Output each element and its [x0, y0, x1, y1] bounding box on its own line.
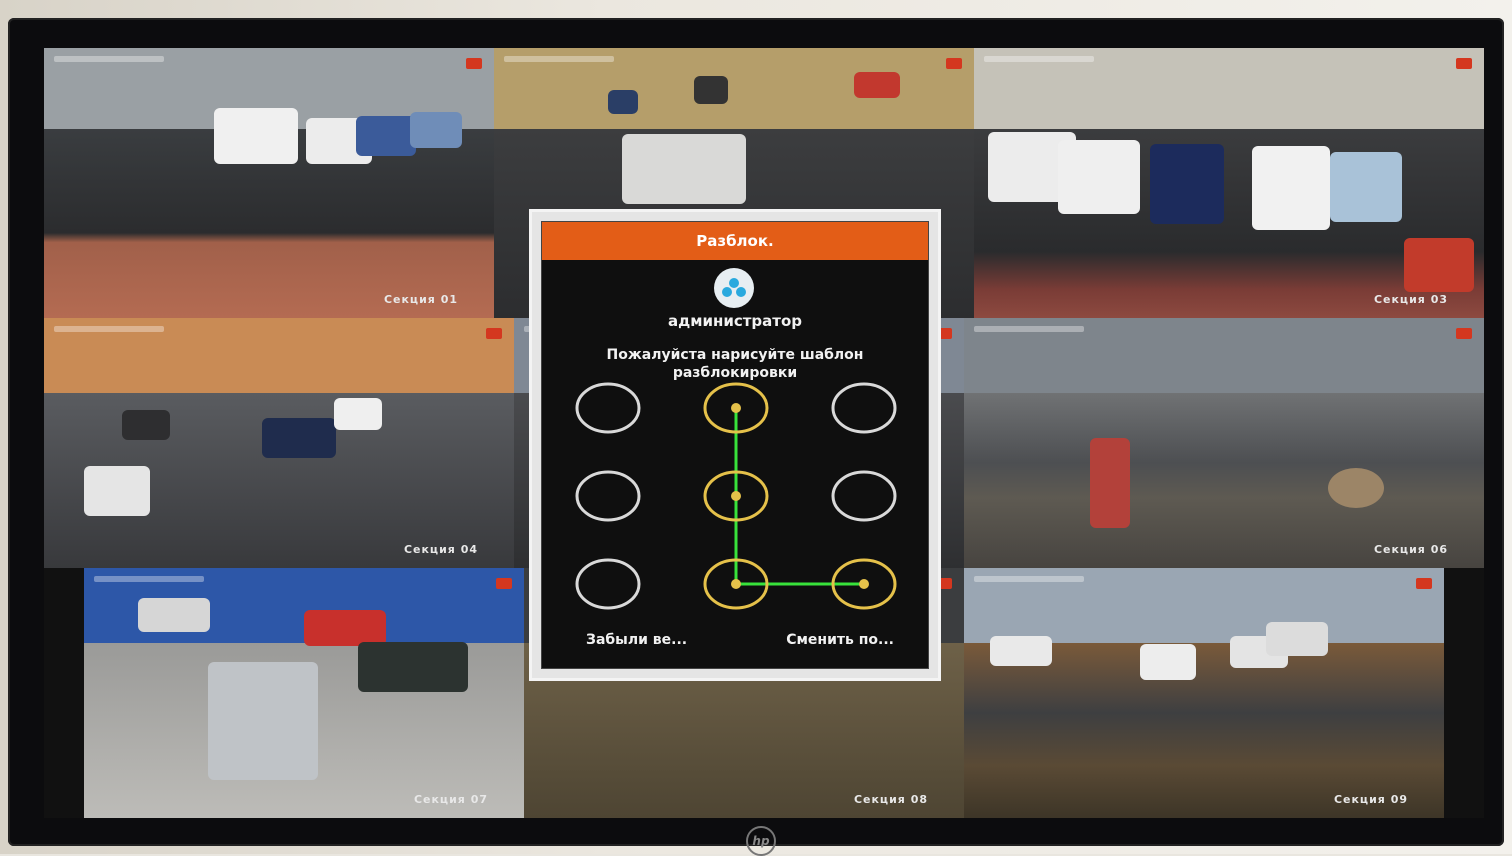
camera-timestamp: [54, 326, 164, 332]
hp-logo-icon: hp: [746, 826, 776, 856]
unlock-pattern-grid[interactable]: [542, 372, 928, 612]
pattern-node-4[interactable]: [575, 470, 641, 522]
camera-label: Секция 06: [1373, 543, 1448, 556]
user-group-icon: [714, 268, 754, 308]
dialog-title: Разблок.: [542, 222, 928, 260]
record-indicator-icon: [946, 58, 962, 69]
camera-label: Секция 09: [1333, 793, 1408, 806]
pattern-node-dot: [731, 491, 741, 501]
camera-timestamp: [974, 576, 1084, 582]
pattern-node-dot: [859, 579, 869, 589]
pattern-path-line: [734, 408, 864, 586]
camera-timestamp: [504, 56, 614, 62]
pattern-node-6[interactable]: [831, 470, 897, 522]
username-label: администратор: [667, 312, 803, 330]
camera-label: Секция 01: [383, 293, 458, 306]
record-indicator-icon: [1456, 58, 1472, 69]
record-indicator-icon: [1416, 578, 1432, 589]
camera-timestamp: [94, 576, 204, 582]
camera-label: Секция 07: [413, 793, 488, 806]
pattern-node-dot: [731, 579, 741, 589]
record-indicator-icon: [936, 328, 952, 339]
record-indicator-icon: [936, 578, 952, 589]
pattern-node-7[interactable]: [575, 558, 641, 610]
record-indicator-icon: [1456, 328, 1472, 339]
camera-timestamp: [54, 56, 164, 62]
camera-label: Секция 04: [403, 543, 478, 556]
camera-label: Секция 08: [853, 793, 928, 806]
pattern-node-1[interactable]: [575, 382, 641, 434]
record-indicator-icon: [486, 328, 502, 339]
record-indicator-icon: [496, 578, 512, 589]
camera-tile-6[interactable]: Секция 06: [964, 318, 1484, 568]
change-unlock-method-link[interactable]: Сменить по...: [786, 632, 894, 648]
camera-timestamp: [984, 56, 1094, 62]
pattern-node-dot: [731, 403, 741, 413]
record-indicator-icon: [466, 58, 482, 69]
forgot-password-link[interactable]: Забыли ве...: [586, 632, 687, 648]
camera-tile-3[interactable]: Секция 03: [974, 48, 1484, 318]
camera-tile-4[interactable]: Секция 04: [44, 318, 514, 568]
camera-label: Секция 03: [1373, 293, 1448, 306]
camera-tile-9[interactable]: Секция 09: [964, 568, 1444, 818]
camera-tile-1[interactable]: Секция 01: [44, 48, 494, 318]
camera-tile-7[interactable]: Секция 07: [84, 568, 524, 818]
pattern-node-3[interactable]: [831, 382, 897, 434]
camera-timestamp: [974, 326, 1084, 332]
unlock-dialog: Разблок. администратор Пожалуйста нарису…: [542, 222, 928, 668]
